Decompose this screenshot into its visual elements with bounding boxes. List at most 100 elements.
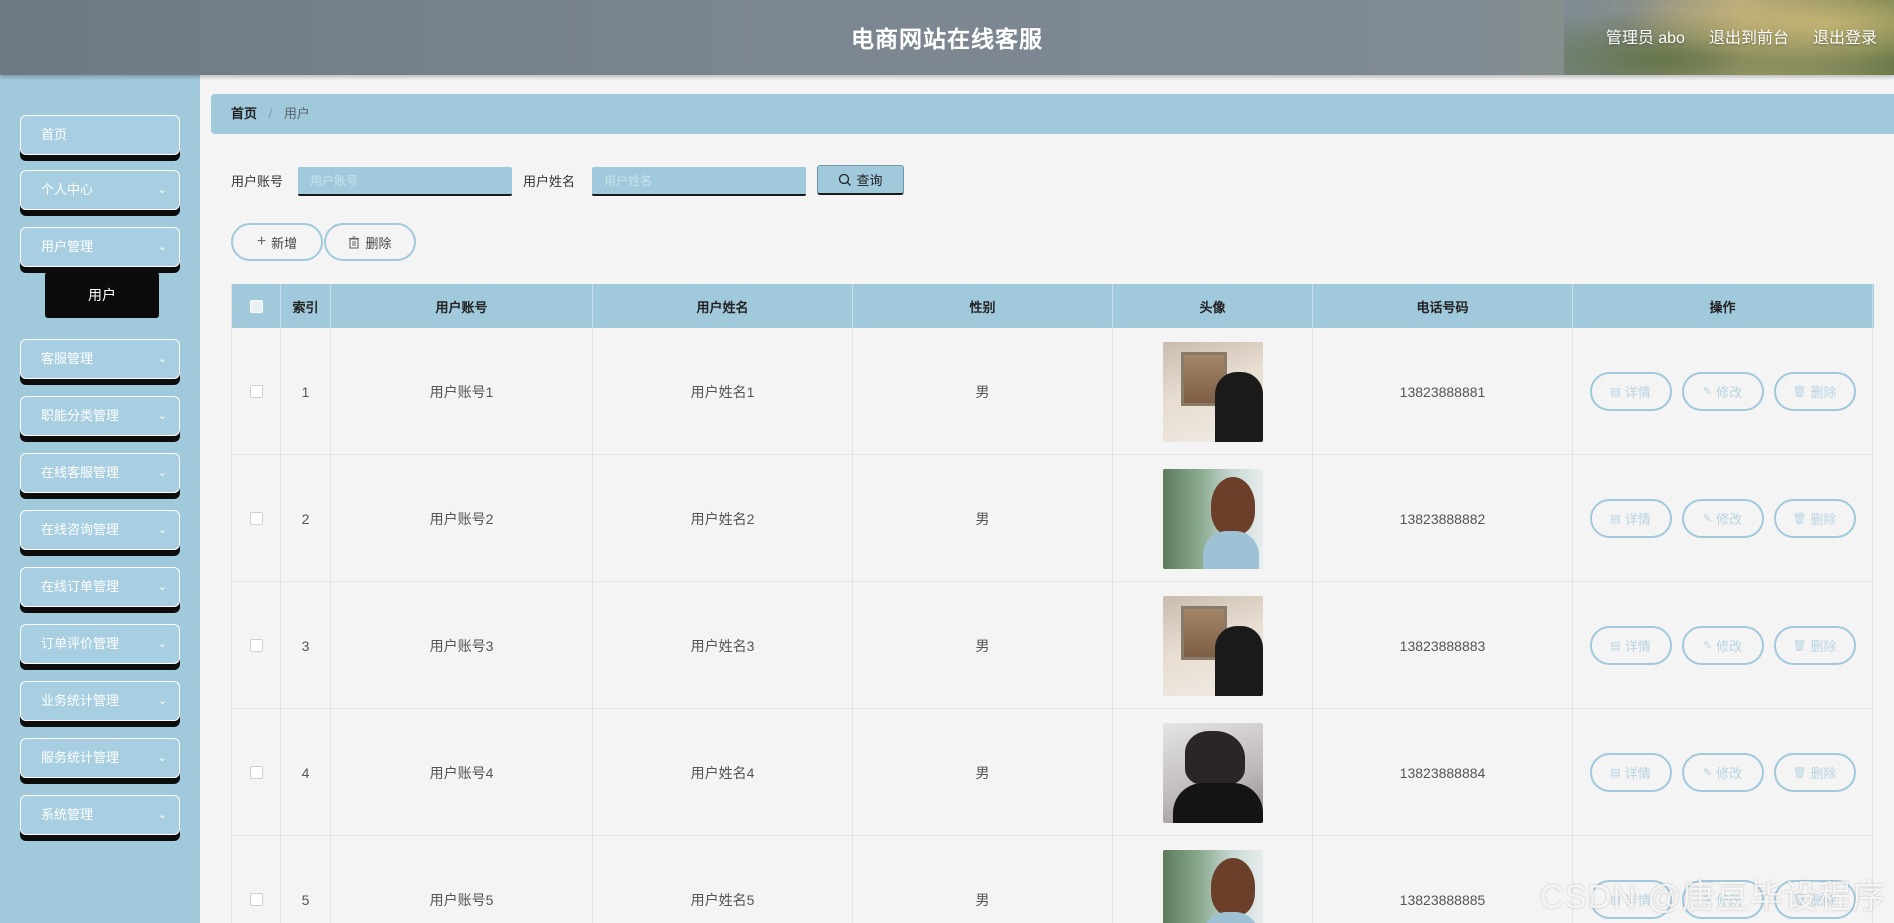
add-button[interactable]: + 新增 (231, 223, 323, 261)
row-checkbox[interactable] (249, 639, 263, 652)
cell-actions: ▤ 详情 ✎ 修改 🗑 删除 (1573, 709, 1873, 836)
chevron-down-icon: ⌄ (157, 752, 167, 764)
cell-phone: 13823888882 (1313, 455, 1573, 582)
row-checkbox[interactable] (249, 512, 263, 525)
sidebar-item-label: 订单评价管理 (41, 636, 120, 651)
table-header: 索引 用户账号 用户姓名 性别 头像 电话号码 操作 (231, 284, 1874, 328)
detail-button[interactable]: ▤ 详情 (1589, 372, 1672, 411)
sidebar-item-label: 在线咨询管理 (41, 522, 120, 537)
admin-user-label[interactable]: 管理员 abo (1606, 24, 1685, 48)
edit-button[interactable]: ✎ 修改 (1681, 626, 1764, 665)
detail-button[interactable]: ▤ 详情 (1589, 626, 1672, 665)
sidebar: 首页 个人中心 ⌄ 用户管理 ⌄ 客服管理 ⌄ 职能分类管理 ⌄ 在线客服管理 ⌄ 在线咨询管理 ⌄ 在线… (0, 75, 200, 923)
delete-button[interactable]: 🗑 删除 (1773, 499, 1856, 538)
edit-button-label: 修改 (1716, 512, 1743, 527)
breadcrumb-home[interactable]: 首页 (231, 106, 257, 121)
trash-icon: 🗑 (1792, 640, 1807, 652)
row-checkbox[interactable] (249, 766, 263, 779)
sidebar-item-8[interactable]: 订单评价管理 ⌄ (20, 624, 180, 664)
cell-gender: 男 (853, 328, 1113, 455)
trash-icon: 🗑 (1792, 386, 1807, 398)
avatar[interactable] (1162, 341, 1263, 442)
sidebar-item-0[interactable]: 首页 (20, 115, 180, 155)
chevron-down-icon: ⌄ (157, 524, 167, 536)
search-icon (839, 173, 852, 186)
detail-button[interactable]: ▤ 详情 (1589, 499, 1672, 538)
cell-actions: ▤ 详情 ✎ 修改 🗑 删除 (1573, 328, 1873, 455)
add-button-label: 新增 (271, 235, 298, 251)
query-button[interactable]: 查询 (817, 165, 904, 195)
delete-button[interactable]: 🗑 删除 (1773, 626, 1856, 665)
chevron-down-icon: ⌄ (157, 581, 167, 593)
trash-icon (349, 235, 360, 249)
sidebar-item-label: 首页 (41, 127, 68, 142)
breadcrumb-current: 用户 (283, 106, 310, 121)
sidebar-item-5[interactable]: 在线客服管理 ⌄ (20, 453, 180, 493)
delete-button[interactable]: 删除 (324, 223, 416, 261)
delete-button-label: 删除 (1810, 766, 1837, 781)
avatar[interactable] (1162, 468, 1263, 569)
edit-button[interactable]: ✎ 修改 (1681, 753, 1764, 792)
doc-icon: ▤ (1610, 894, 1621, 906)
sidebar-item-label: 个人中心 (41, 182, 94, 197)
top-header: 电商网站在线客服 管理员 abo 退出到前台 退出登录 (0, 0, 1894, 75)
cell-index: 4 (281, 709, 331, 836)
cell-avatar (1113, 455, 1313, 582)
row-checkbox[interactable] (249, 385, 263, 398)
table-row: 4 用户账号4 用户姓名4 男 13823888884 ▤ 详情 ✎ 修改 🗑 删除 (231, 709, 1874, 836)
header-links: 管理员 abo 退出到前台 退出登录 (1606, 24, 1877, 48)
cell-actions: ▤ 详情 ✎ 修改 🗑 删除 (1573, 836, 1873, 923)
plus-icon: + (256, 233, 267, 250)
edit-button[interactable]: ✎ 修改 (1681, 499, 1764, 538)
edit-button-label: 修改 (1716, 893, 1743, 908)
trash-icon: 🗑 (1792, 894, 1807, 906)
front-link[interactable]: 退出到前台 (1709, 24, 1789, 48)
account-search-input[interactable] (298, 167, 512, 196)
chevron-down-icon: ⌄ (157, 184, 167, 196)
pencil-icon: ✎ (1702, 894, 1713, 906)
chevron-down-icon: ⌄ (157, 467, 167, 479)
account-search-label: 用户账号 (231, 174, 284, 189)
row-select-cell (231, 709, 281, 836)
sidebar-item-7[interactable]: 在线订单管理 ⌄ (20, 567, 180, 607)
detail-button[interactable]: ▤ 详情 (1589, 880, 1672, 919)
avatar[interactable] (1162, 722, 1263, 823)
name-search-input[interactable] (592, 167, 806, 196)
cell-actions: ▤ 详情 ✎ 修改 🗑 删除 (1573, 582, 1873, 709)
sidebar-item-2[interactable]: 用户管理 ⌄ (20, 227, 180, 267)
sidebar-item-label: 系统管理 (41, 807, 94, 822)
name-search-label: 用户姓名 (523, 174, 576, 189)
row-checkbox[interactable] (249, 893, 263, 906)
sidebar-subitem-user[interactable]: 用户 (45, 272, 159, 318)
chevron-down-icon: ⌄ (157, 638, 167, 650)
chevron-down-icon: ⌄ (157, 241, 167, 253)
avatar[interactable] (1162, 849, 1263, 923)
delete-button-label: 删除 (365, 235, 392, 251)
sidebar-item-1[interactable]: 个人中心 ⌄ (20, 170, 180, 210)
avatar[interactable] (1162, 595, 1263, 696)
delete-button[interactable]: 🗑 删除 (1773, 753, 1856, 792)
cell-phone: 13823888884 (1313, 709, 1573, 836)
sidebar-item-6[interactable]: 在线咨询管理 ⌄ (20, 510, 180, 550)
doc-icon: ▤ (1610, 386, 1621, 398)
sidebar-item-9[interactable]: 业务统计管理 ⌄ (20, 681, 180, 721)
edit-button[interactable]: ✎ 修改 (1681, 880, 1764, 919)
select-all-cell (231, 284, 281, 328)
cell-actions: ▤ 详情 ✎ 修改 🗑 删除 (1573, 455, 1873, 582)
cell-name: 用户姓名2 (593, 455, 853, 582)
logout-link[interactable]: 退出登录 (1813, 24, 1877, 48)
delete-button[interactable]: 🗑 删除 (1773, 880, 1856, 919)
edit-button[interactable]: ✎ 修改 (1681, 372, 1764, 411)
detail-button[interactable]: ▤ 详情 (1589, 753, 1672, 792)
cell-gender: 男 (853, 455, 1113, 582)
detail-button-label: 详情 (1624, 639, 1651, 654)
delete-button[interactable]: 🗑 删除 (1773, 372, 1856, 411)
edit-button-label: 修改 (1716, 766, 1743, 781)
sidebar-item-10[interactable]: 服务统计管理 ⌄ (20, 738, 180, 778)
sidebar-item-label: 服务统计管理 (41, 750, 120, 765)
cell-index: 2 (281, 455, 331, 582)
select-all-checkbox[interactable] (249, 299, 263, 313)
sidebar-item-11[interactable]: 系统管理 ⌄ (20, 795, 180, 835)
sidebar-item-3[interactable]: 客服管理 ⌄ (20, 339, 180, 379)
sidebar-item-4[interactable]: 职能分类管理 ⌄ (20, 396, 180, 436)
